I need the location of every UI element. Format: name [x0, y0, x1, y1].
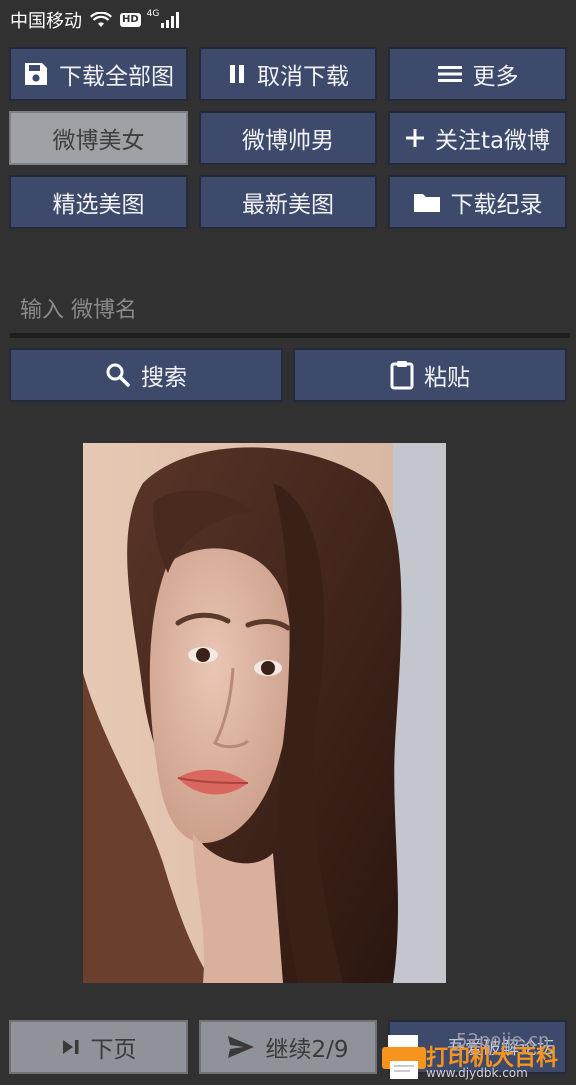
cancel-download-button[interactable]: 取消下载 [199, 47, 377, 101]
wifi-icon [90, 12, 112, 28]
send-icon [227, 1035, 255, 1059]
menu-icon [437, 64, 463, 84]
latest-images-label: 最新美图 [242, 192, 334, 218]
cancel-download-label: 取消下载 [257, 64, 349, 90]
weibo-beauty-label: 微博美女 [52, 128, 145, 154]
watermark-url: www.djydbk.com [426, 1066, 528, 1080]
carrier-name: 中国移动 [10, 11, 82, 32]
next-page-label: 下页 [90, 1037, 137, 1063]
download-all-button[interactable]: 下载全部图 [9, 47, 188, 101]
follow-weibo-label: 关注ta微博 [434, 128, 551, 154]
skip-next-icon [61, 1038, 81, 1056]
category-weibo-handsome-tab[interactable]: 微博帅男 [199, 111, 377, 165]
clipboard-icon [390, 360, 414, 390]
next-page-button[interactable]: 下页 [9, 1020, 188, 1074]
continue-button[interactable]: 继续2/9 [199, 1020, 377, 1074]
continue-label: 继续2/9 [265, 1037, 349, 1063]
plus-icon [405, 128, 425, 148]
search-label: 搜索 [141, 365, 187, 391]
search-button[interactable]: 搜索 [9, 348, 283, 402]
weibo-handsome-label: 微博帅男 [242, 128, 334, 154]
paste-button[interactable]: 粘贴 [293, 348, 567, 402]
selected-images-label: 精选美图 [52, 192, 145, 218]
category-weibo-beauty-tab[interactable]: 微博美女 [9, 111, 188, 165]
paste-label: 粘贴 [424, 365, 470, 391]
download-history-button[interactable]: 下载纪录 [388, 175, 567, 229]
save-icon [23, 61, 49, 87]
latest-images-button[interactable]: 最新美图 [199, 175, 377, 229]
search-icon [105, 362, 131, 388]
network-type: 4G [146, 9, 160, 19]
input-underline [10, 333, 570, 338]
printer-logo-icon [382, 1035, 426, 1079]
download-history-label: 下载纪录 [450, 192, 543, 218]
app-screen: 中国移动 HD 4G 下载全部图 取消下载 更多 微博美女 微博帅男 关注ta微… [0, 0, 576, 1085]
pause-icon [227, 63, 247, 85]
preview-image[interactable] [83, 443, 446, 983]
folder-icon [413, 191, 441, 213]
more-button[interactable]: 更多 [388, 47, 567, 101]
weibo-name-field [10, 285, 570, 341]
more-label: 更多 [472, 64, 519, 90]
selected-images-button[interactable]: 精选美图 [9, 175, 188, 229]
status-bar: 中国移动 HD 4G [0, 0, 576, 40]
hd-badge: HD [120, 13, 141, 27]
signal-icon [161, 12, 181, 28]
weibo-name-input[interactable] [10, 285, 570, 335]
download-all-label: 下载全部图 [59, 64, 174, 90]
follow-weibo-button[interactable]: 关注ta微博 [388, 111, 567, 165]
